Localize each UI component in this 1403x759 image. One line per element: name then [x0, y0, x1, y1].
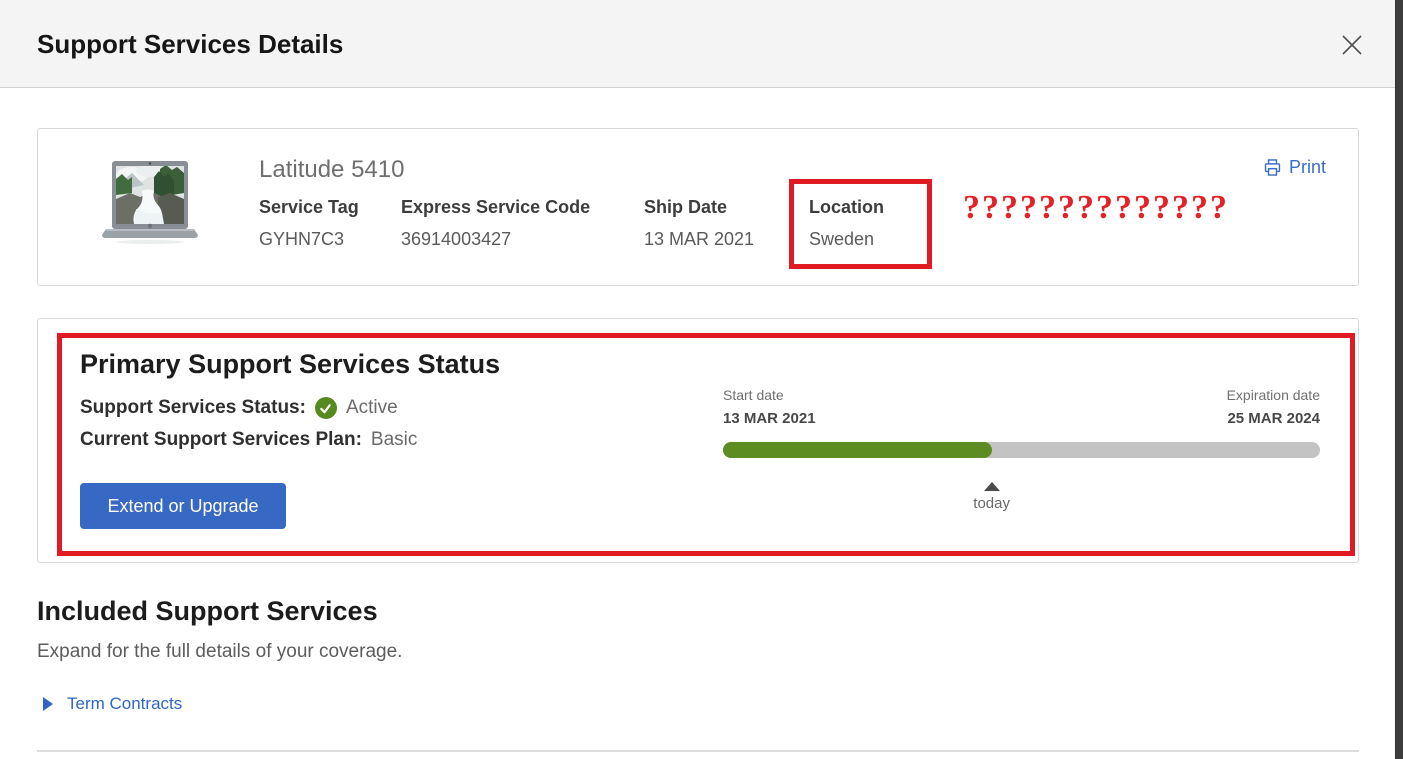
- plan-row: Current Support Services Plan: Basic: [80, 429, 417, 451]
- progress-track: [723, 442, 1320, 458]
- express-service-code-value: 36914003427: [401, 229, 512, 249]
- close-icon: [1338, 35, 1366, 62]
- primary-status-card: Primary Support Services Status Support …: [37, 318, 1359, 563]
- service-tag-label: Service Tag: [259, 197, 359, 217]
- term-contracts-toggle[interactable]: Term Contracts: [43, 694, 182, 714]
- field-ship-date: Ship Date 13 MAR 2021: [644, 197, 754, 250]
- scrollbar[interactable]: [1395, 0, 1403, 759]
- dialog-title: Support Services Details: [37, 29, 344, 59]
- included-services-subtitle: Expand for the full details of your cove…: [37, 641, 403, 662]
- today-marker-wrap: today: [952, 482, 1032, 512]
- print-button[interactable]: Print: [1263, 157, 1326, 178]
- field-service-tag: Service Tag GYHN7C3: [259, 197, 359, 250]
- ship-date-label: Ship Date: [644, 197, 728, 217]
- triangle-right-icon: [43, 697, 53, 711]
- triangle-up-icon: [983, 482, 1000, 491]
- check-circle-icon: [314, 397, 337, 419]
- status-value: Active: [345, 397, 398, 418]
- term-contracts-label: Term Contracts: [67, 694, 183, 713]
- coverage-timeline: Start date Expiration date 13 MAR 2021 2…: [723, 387, 1320, 512]
- status-label: Support Services Status:: [80, 397, 306, 418]
- plan-value: Basic: [370, 429, 418, 450]
- product-summary-card: Latitude 5410 Service Tag GYHN7C3 Expres…: [37, 128, 1359, 286]
- ship-date-value: 13 MAR 2021: [644, 229, 755, 249]
- location-annotation-box: [789, 179, 932, 269]
- included-services-heading: Included Support Services: [37, 596, 378, 626]
- dialog-header: Support Services Details: [0, 0, 1403, 88]
- start-date-label: Start date: [723, 387, 784, 403]
- expiration-date-value: 25 MAR 2024: [1227, 410, 1320, 427]
- question-marks-annotation: ??????????????: [963, 189, 1229, 226]
- expiration-date-label: Expiration date: [1226, 387, 1320, 403]
- today-label: today: [973, 495, 1010, 512]
- express-service-code-label: Express Service Code: [401, 197, 591, 217]
- service-tag-value: GYHN7C3: [259, 229, 345, 249]
- status-row: Support Services Status: Active: [80, 397, 398, 419]
- print-label: Print: [1288, 157, 1326, 177]
- product-name: Latitude 5410: [259, 156, 405, 183]
- printer-icon: [1263, 158, 1282, 177]
- primary-status-heading: Primary Support Services Status: [80, 349, 501, 379]
- timeline-progress-fill: [723, 442, 992, 458]
- extend-or-upgrade-button[interactable]: Extend or Upgrade: [80, 483, 286, 529]
- field-express-service-code: Express Service Code 36914003427: [401, 197, 590, 250]
- plan-label: Current Support Services Plan:: [80, 429, 362, 450]
- close-button[interactable]: [1337, 31, 1367, 61]
- start-date-value: 13 MAR 2021: [723, 410, 816, 427]
- bottom-divider: [37, 750, 1359, 752]
- laptop-image: [98, 155, 202, 264]
